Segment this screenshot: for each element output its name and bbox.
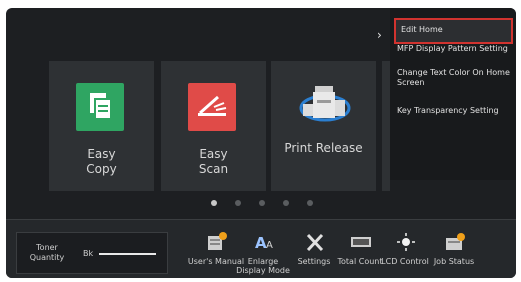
enlarge-display-mode-button[interactable]: A A Enlarge Display Mode	[236, 230, 290, 278]
menu-item-key-transparency[interactable]: Key Transparency Setting	[397, 106, 510, 116]
printer-icon	[297, 78, 351, 132]
copy-icon	[76, 83, 124, 131]
menu-item-label: Edit Home	[401, 25, 443, 34]
settings-tools-icon	[304, 232, 326, 252]
svg-text:A: A	[266, 240, 273, 251]
page-dot[interactable]	[259, 200, 265, 206]
bottom-bar: Toner Quantity Bk User's Manual A A Enla…	[6, 219, 516, 278]
menu-item-mfp-display-pattern[interactable]: MFP Display Pattern Setting	[397, 44, 510, 54]
shortcut-label: Job Status	[433, 257, 475, 266]
total-count-button[interactable]: Total Count	[335, 230, 385, 278]
toner-label: Toner Quantity	[29, 243, 65, 262]
toner-quantity-panel: Toner Quantity Bk	[16, 232, 168, 274]
tile-label-line2: Scan	[198, 162, 229, 176]
easy-copy-tile[interactable]: Easy Copy	[49, 61, 154, 191]
settings-button[interactable]: Settings	[289, 230, 339, 278]
menu-item-edit-home[interactable]: Edit Home	[394, 18, 513, 44]
toner-level-bar	[99, 253, 156, 255]
device-frame: Easy Copy Easy Scan Print Release › Edit…	[0, 0, 521, 282]
job-status-button[interactable]: Job Status	[429, 230, 479, 278]
page-dot[interactable]	[283, 200, 289, 206]
brightness-icon	[395, 232, 417, 252]
side-menu: Edit Home MFP Display Pattern Setting Ch…	[390, 8, 516, 180]
enlarge-text-icon: A A	[253, 232, 275, 252]
collapse-menu-arrow-icon[interactable]: ›	[377, 28, 389, 46]
tile-label-line1: Easy	[199, 147, 228, 161]
easy-scan-tile[interactable]: Easy Scan	[161, 61, 266, 191]
manual-icon	[206, 232, 228, 252]
menu-item-label: MFP Display Pattern Setting	[397, 44, 508, 53]
tile-label: Print Release	[284, 141, 363, 155]
page-dot[interactable]	[235, 200, 241, 206]
print-release-tile[interactable]: Print Release	[271, 61, 376, 191]
page-dot[interactable]	[211, 200, 217, 206]
menu-item-label: Key Transparency Setting	[397, 106, 499, 115]
home-screen: Easy Copy Easy Scan Print Release › Edit…	[6, 8, 516, 278]
scan-icon	[188, 83, 236, 131]
job-status-icon	[444, 232, 466, 252]
toner-color-label: Bk	[83, 249, 94, 258]
next-tile-partial	[382, 61, 390, 191]
menu-item-label: Change Text Color On Home Screen	[397, 68, 510, 87]
page-indicator	[211, 200, 331, 210]
page-dot[interactable]	[307, 200, 313, 206]
counter-icon	[350, 232, 372, 252]
tile-label-line1: Easy	[87, 147, 116, 161]
tile-label-line2: Copy	[86, 162, 117, 176]
lcd-control-button[interactable]: LCD Control	[380, 230, 430, 278]
menu-item-change-text-color[interactable]: Change Text Color On Home Screen	[397, 68, 510, 88]
